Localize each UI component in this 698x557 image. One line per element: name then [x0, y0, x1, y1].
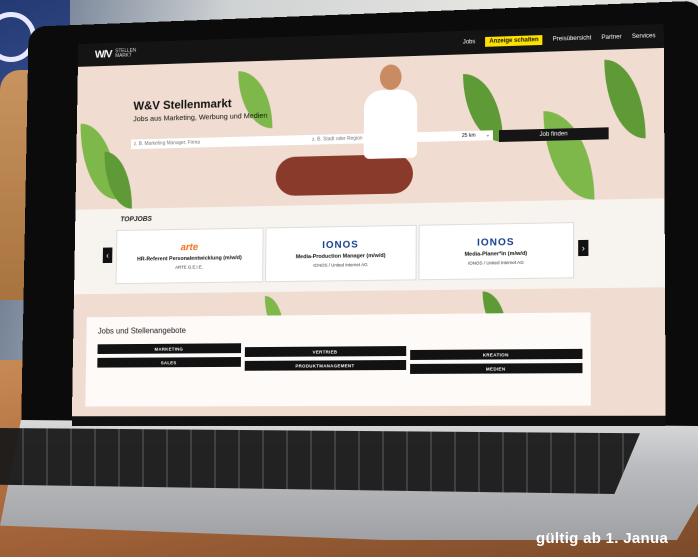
topjob-card[interactable]: IONOS Media-Planer*in (m/w/d) IONOS / Un… [418, 222, 575, 281]
laptop-keyboard [0, 428, 640, 494]
radius-select[interactable]: 25 km ⌄ [458, 130, 493, 142]
chevron-down-icon: ⌄ [485, 132, 490, 139]
category-medien[interactable]: MEDIEN [410, 363, 583, 374]
carousel-next-button[interactable]: › [578, 239, 589, 257]
category-sales[interactable]: SALES [97, 357, 241, 368]
category-marketing[interactable]: MARKETING [97, 343, 242, 355]
company-logo: IONOS [477, 237, 515, 249]
radius-value: 25 km [461, 132, 476, 139]
topjobs-label: TOPJOBS [120, 215, 152, 224]
main-nav: Jobs Anzeige schalten Preisübersicht Par… [463, 31, 656, 47]
category-kreation[interactable]: KREATION [410, 348, 583, 360]
laptop-screen: W/V STELLEN MARKT Jobs Anzeige schalten … [71, 24, 666, 426]
job-title: Media-Production Manager (m/w/d) [295, 252, 386, 261]
category-produktmanagement[interactable]: PRODUKTMANAGEMENT [244, 359, 407, 371]
company-name: IONOS / United Internet AG [313, 262, 368, 268]
logo-mark: W/V [94, 48, 112, 61]
category-vertrieb[interactable]: VERTRIEB [244, 346, 407, 357]
topjob-card[interactable]: arte HR-Referent Personalentwicklung (m/… [115, 227, 264, 285]
hero-title: W&V Stellenmarkt [133, 96, 232, 113]
company-logo: arte [180, 242, 199, 254]
nav-partner[interactable]: Partner [602, 34, 622, 41]
company-name: ARTE G.E.I.E. [175, 264, 203, 270]
jobs-title: Jobs und Stellenangebote [97, 326, 186, 336]
location-input[interactable] [309, 131, 461, 145]
jobs-section: Jobs und Stellenangebote MARKETING VERTR… [71, 287, 666, 426]
company-logo: IONOS [322, 239, 359, 252]
illustration-person-legs [275, 153, 414, 197]
nav-anzeige-schalten[interactable]: Anzeige schalten [485, 35, 543, 47]
plant-leaf [103, 151, 133, 210]
plant-leaf [543, 109, 595, 201]
logo-text: STELLEN MARKT [115, 48, 136, 59]
site-footer [71, 415, 666, 426]
illustration-person-head [379, 64, 402, 91]
nav-jobs[interactable]: Jobs [463, 39, 476, 45]
validity-caption: gültig ab 1. Janua [536, 530, 669, 547]
hero-subtitle: Jobs aus Marketing, Werbung und Medien [133, 110, 268, 124]
hero-section: W&V Stellenmarkt Jobs aus Marketing, Wer… [75, 47, 665, 210]
nav-preisuebersicht[interactable]: Preisübersicht [553, 35, 592, 42]
topjob-card[interactable]: IONOS Media-Production Manager (m/w/d) I… [265, 224, 417, 283]
find-job-button[interactable]: Job finden [498, 127, 609, 142]
plant-leaf [604, 58, 646, 140]
job-title: HR-Referent Personalentwicklung (m/w/d) [137, 255, 242, 263]
job-title: Media-Planer*in (m/w/d) [464, 250, 528, 258]
site-logo[interactable]: W/V STELLEN MARKT [95, 48, 136, 61]
logo-text-line2: MARKT [115, 52, 132, 59]
company-name: IONOS / United Internet AG [467, 259, 524, 266]
carousel-prev-button[interactable]: ‹ [102, 247, 113, 264]
job-search-input[interactable] [130, 134, 310, 150]
illustration-person-body [363, 89, 418, 160]
nav-services[interactable]: Services [632, 33, 656, 40]
